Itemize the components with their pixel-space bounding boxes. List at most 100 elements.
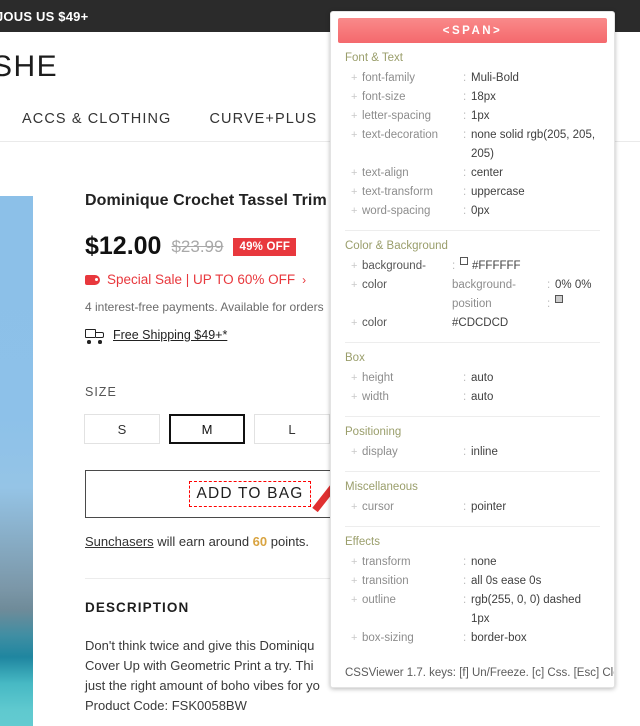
nav-item-curve-plus[interactable]: CURVE+PLUS <box>209 111 317 127</box>
section-heading: Font & Text <box>345 52 403 64</box>
special-sale-link[interactable]: Special Sale | UP TO 60% OFF › <box>85 272 306 287</box>
property-row-transform[interactable]: + transform : none <box>345 553 600 572</box>
expand-icon[interactable]: + <box>351 572 362 591</box>
expand-icon[interactable]: + <box>351 369 362 388</box>
property-row-width[interactable]: + width : auto <box>345 388 600 407</box>
colon: : <box>463 446 467 458</box>
expand-icon[interactable]: + <box>351 107 362 126</box>
expand-icon[interactable]: + <box>351 591 362 610</box>
nav-item-accs-clothing[interactable]: ACCS & CLOTHING <box>22 111 171 127</box>
installment-info: 4 interest-free payments. Available for … <box>85 300 324 314</box>
property-value: pointer <box>471 501 507 513</box>
truck-icon <box>85 328 105 344</box>
screenshot-root: JOUS US $49+ SHE ACCS & CLOTHING CURVE+P… <box>0 0 640 726</box>
free-shipping-row[interactable]: Free Shipping $49+* <box>85 328 228 344</box>
property-row-display[interactable]: + display : inline <box>345 443 600 462</box>
colon: : <box>452 260 456 272</box>
property-row-cursor[interactable]: + cursor : pointer <box>345 498 600 517</box>
expand-icon[interactable]: + <box>351 443 362 462</box>
size-options: S M L <box>84 414 330 444</box>
property-row-height[interactable]: + height : auto <box>345 369 600 388</box>
expand-icon[interactable]: + <box>351 126 362 145</box>
expand-icon[interactable]: + <box>351 202 362 221</box>
property-row-font-family[interactable]: + font-family : Muli-Bold <box>345 69 600 88</box>
property-value-wrapper: background- : 0% 0% <box>452 276 600 295</box>
property-name: transform <box>362 556 411 568</box>
expand-icon[interactable]: + <box>351 164 362 183</box>
property-name: display <box>362 446 398 458</box>
expand-icon[interactable]: + <box>351 69 362 88</box>
chevron-right-icon: › <box>302 272 307 287</box>
section-heading: Positioning <box>345 426 402 438</box>
expand-icon[interactable]: + <box>351 553 362 572</box>
special-sale-text: Special Sale | UP TO 60% OFF <box>107 272 296 287</box>
colon: : <box>463 129 467 141</box>
size-option-s[interactable]: S <box>84 414 160 444</box>
section-box: Box + height : auto + width : auto <box>345 343 600 407</box>
colon: : <box>463 556 467 568</box>
colon: : <box>463 575 467 587</box>
cssviewer-panel[interactable]: <SPAN> Font & Text + font-family : Muli-… <box>330 11 615 688</box>
expand-icon[interactable]: + <box>351 183 362 202</box>
product-image[interactable] <box>0 196 33 726</box>
expand-icon[interactable]: + <box>351 314 362 333</box>
property-row-transition[interactable]: + transition : all 0s ease 0s <box>345 572 600 591</box>
property-row-font-size[interactable]: + font-size : 18px <box>345 88 600 107</box>
property-value: auto <box>471 372 494 384</box>
property-value: all 0s ease 0s <box>471 575 542 587</box>
property-value: rgb(255, 0, 0) dashed 1px <box>471 594 581 625</box>
property-name-wrapper: + background- <box>351 257 452 276</box>
property-value: 0% 0% <box>555 279 592 291</box>
property-row-letter-spacing[interactable]: + letter-spacing : 1px <box>345 107 600 126</box>
expand-icon[interactable]: + <box>351 88 362 107</box>
property-value: #CDCDCD <box>452 317 509 329</box>
site-logo[interactable]: SHE <box>0 50 58 84</box>
free-shipping-label: Free Shipping $49+* <box>113 328 228 342</box>
colon: : <box>463 110 467 122</box>
product-title: Dominique Crochet Tassel Trim <box>85 192 327 209</box>
property-name: font-family <box>362 72 416 84</box>
points-suffix-text: points. <box>267 534 310 549</box>
property-value: Muli-Bold <box>471 72 519 84</box>
expand-icon[interactable]: + <box>351 629 362 648</box>
size-option-m[interactable]: M <box>169 414 245 444</box>
property-name: text-align <box>362 167 409 179</box>
property-value: none solid rgb(205, 205, 205) <box>471 129 596 160</box>
expand-icon[interactable]: + <box>351 276 362 295</box>
color-swatch-white <box>460 257 468 265</box>
cssviewer-body: Font & Text + font-family : Muli-Bold + … <box>331 43 614 648</box>
property-name-cont: position <box>452 298 492 310</box>
expand-icon[interactable]: + <box>351 498 362 517</box>
expand-icon[interactable]: + <box>351 388 362 407</box>
colon: : <box>463 91 467 103</box>
property-row-color[interactable]: + color #CDCDCD <box>345 314 600 333</box>
points-program-link[interactable]: Sunchasers <box>85 534 154 549</box>
property-row-box-sizing[interactable]: + box-sizing : border-box <box>345 629 600 648</box>
property-row-text-transform[interactable]: + text-transform : uppercase <box>345 183 600 202</box>
size-option-l[interactable]: L <box>254 414 330 444</box>
property-row-background-position[interactable]: + color background- : 0% 0% <box>345 276 600 295</box>
property-value: 18px <box>471 91 496 103</box>
colon: : <box>463 167 467 179</box>
property-value: 0px <box>471 205 490 217</box>
property-row-outline[interactable]: + outline : rgb(255, 0, 0) dashed 1px <box>345 591 600 629</box>
section-color-background: Color & Background + background- : #FFFF… <box>345 231 600 333</box>
colon: : <box>547 298 551 310</box>
property-name: color <box>362 279 387 291</box>
property-value: none <box>471 556 497 568</box>
property-row-text-decoration[interactable]: + text-decoration : none solid rgb(205, … <box>345 126 600 164</box>
expand-icon[interactable]: + <box>351 257 362 276</box>
property-value: uppercase <box>471 186 525 198</box>
add-to-bag-label: ADD TO BAG <box>189 481 311 507</box>
property-row-text-align[interactable]: + text-align : center <box>345 164 600 183</box>
section-positioning: Positioning + display : inline <box>345 417 600 462</box>
points-mid-text: will earn around <box>153 534 253 549</box>
property-name: text-decoration <box>362 129 439 141</box>
property-row-word-spacing[interactable]: + word-spacing : 0px <box>345 202 600 221</box>
tag-icon <box>85 274 100 285</box>
property-name: color <box>362 317 387 329</box>
property-value: auto <box>471 391 494 403</box>
property-name: background- <box>452 279 516 291</box>
property-row-background-color[interactable]: + background- : #FFFFFF <box>345 257 600 276</box>
original-price: $23.99 <box>171 236 224 256</box>
